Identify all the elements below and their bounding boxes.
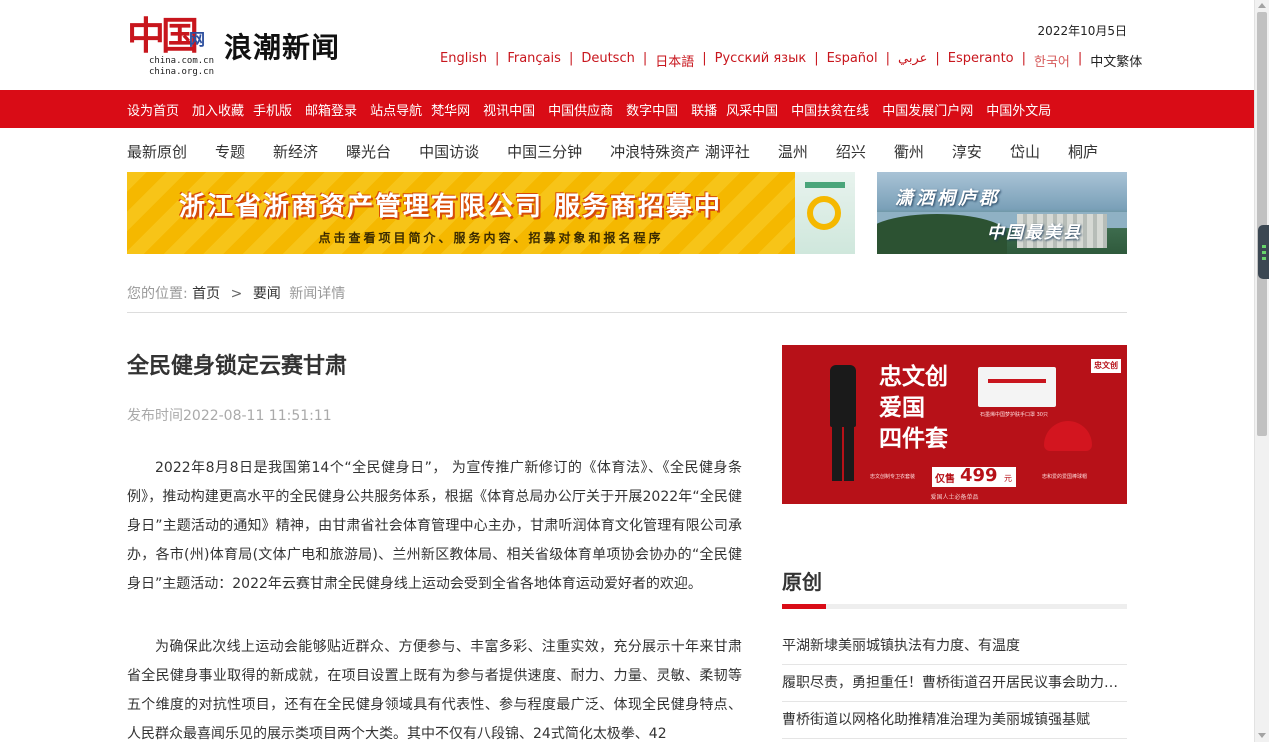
lang-german[interactable]: Deutsch (581, 51, 635, 70)
ad-note-suit: 忠文创制专卫衣套装 (870, 474, 916, 480)
channel-topics[interactable]: 专题 (215, 141, 245, 162)
china-logo[interactable]: 中国 网 china.com.cn china.org.cn (127, 10, 222, 80)
logo-wang-text: 网 (189, 30, 206, 49)
nav-poverty-online[interactable]: 中国扶贫在线 (791, 100, 869, 119)
channel-tonglu[interactable]: 桐庐 (1068, 141, 1098, 162)
tonglu-slogan-1: 潇洒桐庐郡 (895, 188, 1000, 209)
nav-video-china[interactable]: 视讯中国 (483, 100, 535, 119)
channel-latest-original[interactable]: 最新原创 (127, 141, 187, 162)
channel-china-3min[interactable]: 中国三分钟 (507, 141, 582, 162)
section-underline (782, 604, 1127, 609)
current-date: 2022年10月5日 (1037, 24, 1127, 38)
side-tool-widget[interactable] (1258, 225, 1269, 279)
vertical-scrollbar[interactable] (1254, 0, 1269, 742)
nav-fanhua[interactable]: 梵华网 (431, 100, 470, 119)
nav-digital-china[interactable]: 数字中国 (626, 100, 678, 119)
section-underline-accent (782, 604, 826, 609)
channel-wenzhou[interactable]: 温州 (778, 141, 808, 162)
news-item[interactable]: 平湖新埭美丽城镇执法有力度、有温度 (782, 628, 1127, 665)
breadcrumb-divider (127, 312, 1127, 313)
channel-exposure[interactable]: 曝光台 (346, 141, 391, 162)
nav-mail-login[interactable]: 邮箱登录 (305, 100, 357, 119)
lang-traditional-chinese[interactable]: 中文繁体 (1090, 51, 1142, 70)
nav-site-map[interactable]: 站点导航 (370, 100, 422, 119)
channel-china-interview[interactable]: 中国访谈 (419, 141, 479, 162)
jacket-image (830, 365, 856, 427)
tonglu-slogan-2: 中国最美县 (987, 223, 1082, 243)
nav-development-gateway[interactable]: 中国发展门户网 (882, 100, 973, 119)
ad-brand-logo: 忠文创 (1091, 359, 1121, 373)
nav-mobile[interactable]: 手机版 (253, 100, 292, 119)
mask-box-image (978, 367, 1056, 407)
price-value: 499 (960, 465, 998, 486)
lang-french[interactable]: Français (507, 51, 561, 70)
channel-new-economy[interactable]: 新经济 (273, 141, 318, 162)
nav-china-supplier[interactable]: 中国供应商 (548, 100, 613, 119)
top-red-nav-items: 设为首页 加入收藏 手机版 邮箱登录 站点导航 梵华网 视讯中国 中国供应商 数… (127, 90, 1064, 128)
magnifier-illustration (795, 172, 855, 254)
top-red-nav: 设为首页 加入收藏 手机版 邮箱登录 站点导航 梵华网 视讯中国 中国供应商 数… (0, 90, 1254, 128)
ad-note-mask: 石墨烯中国梦护肤手口罩 30只 (980, 412, 1048, 418)
article-paragraph: 2022年8月8日是我国第14个“全民健身日”， 为宣传推广新修订的《体育法》、… (127, 460, 742, 592)
original-news-list: 平湖新埭美丽城镇执法有力度、有温度 履职尽责，勇担重任！曹桥街道召开居民议事会助… (782, 628, 1127, 739)
article-title: 全民健身锁定云赛甘肃 (127, 354, 348, 379)
site-name[interactable]: 浪潮新闻 (224, 26, 340, 66)
ad-note-cap: 忠和爱的爱国棒球帽 (1042, 474, 1088, 480)
lang-english[interactable]: English (440, 51, 487, 70)
banner-title: 浙江省浙商资产管理有限公司 服务商招募中 (179, 192, 723, 222)
channel-daishan[interactable]: 岱山 (1010, 141, 1040, 162)
breadcrumb-home[interactable]: 首页 (192, 286, 220, 302)
price-label: 仅售 (935, 474, 955, 485)
nav-broadcast[interactable]: 联播 (691, 100, 717, 119)
lang-spanish[interactable]: Español (827, 51, 878, 70)
ad-title: 忠文创 爱国 四件套 (879, 363, 948, 452)
news-item[interactable]: 曹桥街道以网格化助推精准治理为美丽城镇强基赋 (782, 702, 1127, 739)
channel-quzhou[interactable]: 衢州 (894, 141, 924, 162)
breadcrumb-label: 您的位置: (127, 286, 188, 302)
breadcrumb-current: 新闻详情 (289, 286, 346, 302)
channel-special-assets[interactable]: 冲浪特殊资产 潮评社 (610, 141, 750, 162)
patriotic-set-ad[interactable]: 忠文创 爱国 四件套 忠文创 石墨烯中国梦护肤手口罩 30只 忠文创制专卫衣套装… (782, 345, 1127, 504)
cap-image (1044, 421, 1092, 451)
news-item[interactable]: 履职尽责，勇担重任！曹桥街道召开居民议事会助力美丽城镇建设 (782, 665, 1127, 702)
scroll-up-arrow-icon[interactable] (1258, 3, 1266, 8)
nav-add-favorite[interactable]: 加入收藏 (192, 100, 244, 119)
logo-domains: china.com.cn china.org.cn (149, 56, 215, 77)
magnifier-icon (807, 196, 841, 230)
breadcrumb: 您的位置: 首页 > 要闻 新闻详情 (127, 283, 345, 303)
price-unit: 元 (1004, 474, 1012, 483)
nav-foreign-languages-bureau[interactable]: 中国外文局 (986, 100, 1051, 119)
scrollbar-thumb[interactable] (1257, 12, 1267, 436)
pants-image (832, 427, 854, 481)
lang-korean[interactable]: 한국어 (1034, 51, 1070, 70)
lang-russian[interactable]: Русский язык (715, 51, 807, 70)
article-paragraph: 为确保此次线上运动会能够贴近群众、方便参与、丰富多彩、注重实效，充分展示十年来甘… (127, 639, 742, 742)
channel-chunan[interactable]: 淳安 (952, 141, 982, 162)
nav-set-homepage[interactable]: 设为首页 (127, 100, 179, 119)
ad-footer: 爱国人士必备单品 (930, 494, 979, 501)
asset-management-banner[interactable]: 浙江省浙商资产管理有限公司 服务商招募中 点击查看项目简介、服务内容、招募对象和… (127, 172, 855, 254)
lang-esperanto[interactable]: Esperanto (948, 51, 1014, 70)
breadcrumb-separator: > (230, 286, 243, 302)
publish-time: 发布时间2022-08-11 11:51:11 (127, 408, 332, 424)
page: 中国 网 china.com.cn china.org.cn 浪潮新闻 2022… (0, 0, 1269, 742)
channel-shaoxing[interactable]: 绍兴 (836, 141, 866, 162)
logo-chinese-text: 中国 (127, 13, 199, 58)
banner-subtitle: 点击查看项目简介、服务内容、招募对象和报名程序 (318, 231, 664, 245)
header: 中国 网 china.com.cn china.org.cn 浪潮新闻 2022… (0, 0, 1254, 90)
language-bar: English | Français | Deutsch | 日本語 | Русский… (440, 51, 1143, 70)
breadcrumb-section[interactable]: 要闻 (253, 286, 281, 302)
original-section-title: 原创 (782, 570, 822, 594)
scroll-down-arrow-icon[interactable] (1258, 733, 1266, 738)
nav-fengcai-china[interactable]: 风采中国 (726, 100, 778, 119)
tonglu-banner[interactable]: 潇洒桐庐郡 中国最美县 (877, 172, 1127, 254)
channel-nav: 最新原创 专题 新经济 曝光台 中国访谈 中国三分钟 冲浪特殊资产 潮评社 温州… (127, 140, 1126, 162)
lang-japanese[interactable]: 日本語 (655, 51, 694, 70)
lang-arabic[interactable]: عربي (898, 51, 927, 70)
